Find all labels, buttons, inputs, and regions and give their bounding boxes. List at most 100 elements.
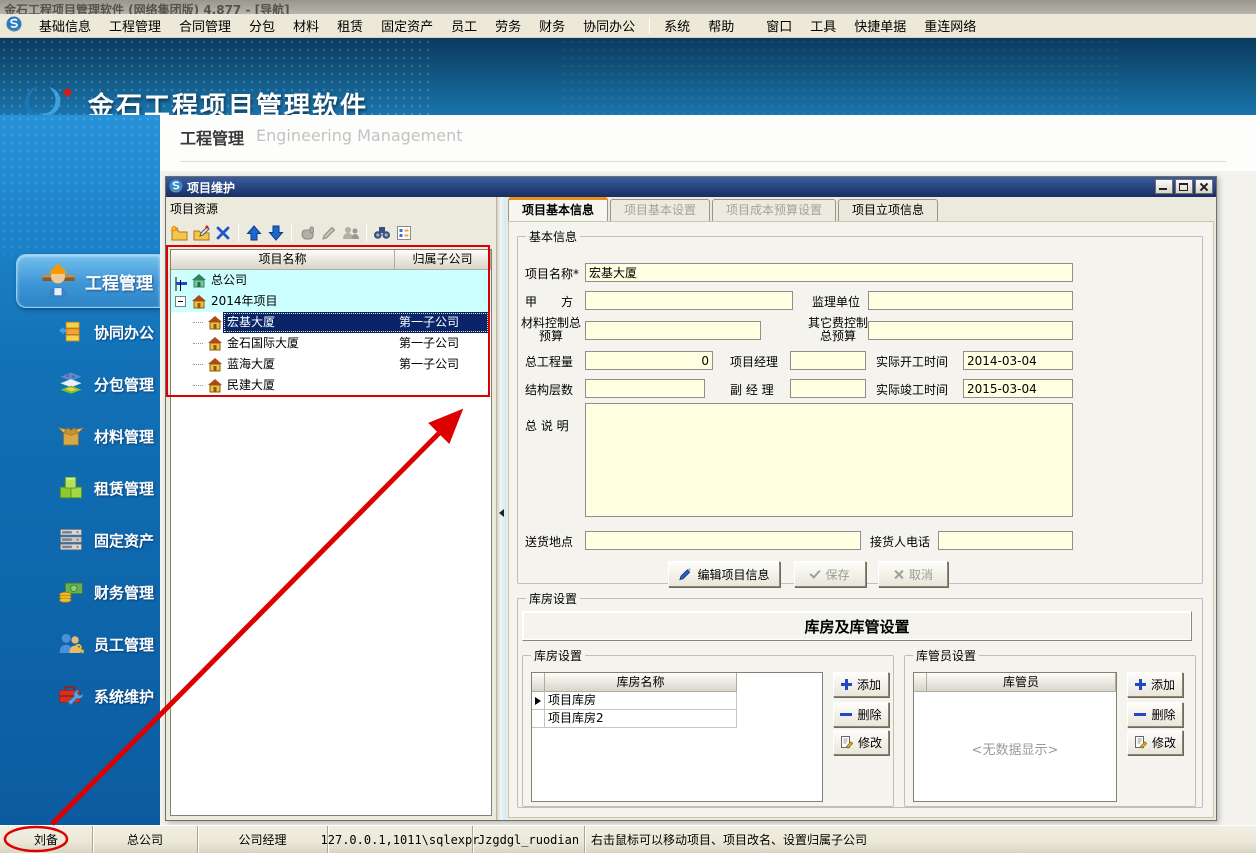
sidebar-item-fixed-assets[interactable]: 固定资产 xyxy=(0,514,160,566)
sidebar-item-engineering[interactable]: 工程管理 xyxy=(16,254,160,308)
menu-item-contract[interactable]: 合同管理 xyxy=(170,14,240,37)
minimize-button[interactable] xyxy=(1155,179,1173,194)
sidebar-item-material[interactable]: 材料管理 xyxy=(0,410,160,462)
project-detail-panel: 项目基本信息 项目基本设置 项目成本预算设置 项目立项信息 基本信息 项目名称*… xyxy=(508,197,1214,818)
move-up-icon[interactable] xyxy=(243,223,265,243)
keeper-modify-button[interactable]: 修改 xyxy=(1127,730,1183,755)
menu-item-material[interactable]: 材料 xyxy=(284,14,328,37)
save-button[interactable]: 保存 xyxy=(794,561,866,587)
party-a-input[interactable] xyxy=(585,291,793,310)
move-down-icon[interactable] xyxy=(265,223,287,243)
menu-item-quick-docs[interactable]: 快捷单据 xyxy=(845,14,915,37)
menu-item-reconnect[interactable]: 重连网络 xyxy=(915,14,985,37)
tree-node-label: 总公司 xyxy=(211,270,247,291)
tab-project-basic-settings[interactable]: 项目基本设置 xyxy=(610,199,710,221)
menu-item-basic-info[interactable]: 基础信息 xyxy=(30,14,100,37)
tree-column-project-name[interactable]: 项目名称 xyxy=(171,250,395,270)
floors-input[interactable] xyxy=(585,379,705,398)
rental-icon xyxy=(58,475,84,501)
project-window-body: 项目资源 xyxy=(166,197,1216,820)
warehouse-modify-button[interactable]: 修改 xyxy=(833,730,889,755)
menu-item-tools[interactable]: 工具 xyxy=(801,14,845,37)
receiver-phone-input[interactable] xyxy=(938,531,1073,550)
menu-item-labor[interactable]: 劳务 xyxy=(486,14,530,37)
save-button-label: 保存 xyxy=(825,566,849,583)
menu-item-finance[interactable]: 财务 xyxy=(530,14,574,37)
deputy-manager-input[interactable] xyxy=(790,379,866,398)
tree-row-hongji-tower[interactable]: 宏基大厦 第一子公司 xyxy=(171,312,491,333)
sidebar-item-label: 系统维护 xyxy=(94,686,154,707)
supervisor-input[interactable] xyxy=(868,291,1073,310)
menu-item-help[interactable]: 帮助 xyxy=(699,14,743,37)
sidebar-item-employee[interactable]: 员工管理 xyxy=(0,618,160,670)
sidebar-item-label: 分包管理 xyxy=(94,374,154,395)
menu-item-system[interactable]: 系统 xyxy=(655,14,699,37)
tree-column-subsidiary[interactable]: 归属子公司 xyxy=(395,250,491,270)
menu-item-window[interactable]: 窗口 xyxy=(757,14,801,37)
new-folder-icon[interactable] xyxy=(168,223,190,243)
hand-pointer-icon[interactable] xyxy=(296,223,318,243)
warehouse-add-button[interactable]: 添加 xyxy=(833,672,889,697)
project-name-input[interactable] xyxy=(585,263,1073,282)
add-button-label: 添加 xyxy=(857,676,881,693)
delete-icon[interactable] xyxy=(212,223,234,243)
status-db-name: Jzgdgl_ruodian xyxy=(473,826,585,853)
expand-minus-icon[interactable] xyxy=(175,296,186,307)
deputy-manager-label: 副 经 理 xyxy=(730,381,774,398)
start-date-input[interactable] xyxy=(963,351,1073,370)
tree-node-company: 第一子公司 xyxy=(399,333,459,354)
sidebar-item-subcontract[interactable]: 分包管理 xyxy=(0,358,160,410)
view-options-icon[interactable] xyxy=(393,223,415,243)
tree-row-lanhai-tower[interactable]: 蓝海大厦 第一子公司 xyxy=(171,354,491,375)
warehouse-row[interactable]: 项目库房2 xyxy=(532,710,737,728)
basic-info-group: 基本信息 项目名称* 甲 方 监理单位 材料控制总预算 其它费控制总预算 xyxy=(517,228,1203,584)
panel-splitter[interactable] xyxy=(496,197,506,820)
subcontract-icon xyxy=(58,371,84,397)
end-date-input[interactable] xyxy=(963,379,1073,398)
edit-folder-icon[interactable] xyxy=(190,223,212,243)
warehouse-delete-button[interactable]: 删除 xyxy=(833,702,889,727)
tree-row-minjian-tower[interactable]: 民建大厦 xyxy=(171,375,491,396)
sidebar-item-finance[interactable]: 财务管理 xyxy=(0,566,160,618)
basic-info-legend: 基本信息 xyxy=(526,228,580,245)
tab-project-approval-info[interactable]: 项目立项信息 xyxy=(838,199,938,221)
collapse-arrow-icon[interactable] xyxy=(499,509,504,517)
tree-row-head-office[interactable]: 总公司 xyxy=(171,270,491,291)
edit-pencil-icon[interactable] xyxy=(318,223,340,243)
users-icon[interactable] xyxy=(340,223,362,243)
keeper-delete-button[interactable]: 删除 xyxy=(1127,702,1183,727)
warehouse-row[interactable]: 项目库房 xyxy=(532,692,737,710)
menu-item-subcontract[interactable]: 分包 xyxy=(240,14,284,37)
close-button[interactable] xyxy=(1195,179,1213,194)
material-budget-input[interactable] xyxy=(585,321,761,340)
keeper-add-button[interactable]: 添加 xyxy=(1127,672,1183,697)
project-manager-label: 项目经理 xyxy=(730,353,778,370)
page-title: 工程管理 xyxy=(180,125,244,149)
menu-item-fixed-assets[interactable]: 固定资产 xyxy=(372,14,442,37)
tree-row-jinshi-intl-tower[interactable]: 金石国际大厦 第一子公司 xyxy=(171,333,491,354)
find-binoculars-icon[interactable] xyxy=(371,223,393,243)
description-textarea[interactable] xyxy=(585,403,1073,517)
edit-project-button-label: 编辑项目信息 xyxy=(697,566,769,583)
project-manager-input[interactable] xyxy=(790,351,866,370)
other-budget-input[interactable] xyxy=(868,321,1073,340)
sidebar-item-collaboration[interactable]: 协同办公 xyxy=(0,306,160,358)
menu-item-engineering[interactable]: 工程管理 xyxy=(100,14,170,37)
menu-item-employee[interactable]: 员工 xyxy=(442,14,486,37)
tab-project-basic-info[interactable]: 项目基本信息 xyxy=(508,197,608,221)
edit-project-button[interactable]: 编辑项目信息 xyxy=(668,561,780,587)
menu-item-rental[interactable]: 租赁 xyxy=(328,14,372,37)
warehouse-name-column[interactable]: 库房名称 xyxy=(545,673,737,692)
tree-connector xyxy=(193,385,203,386)
sidebar-item-rental[interactable]: 租赁管理 xyxy=(0,462,160,514)
sidebar-item-maintenance[interactable]: 系统维护 xyxy=(0,670,160,722)
delivery-address-input[interactable] xyxy=(585,531,861,550)
maximize-button[interactable] xyxy=(1175,179,1193,194)
keeper-column[interactable]: 库管员 xyxy=(927,673,1116,692)
tab-project-cost-budget[interactable]: 项目成本预算设置 xyxy=(712,199,836,221)
main-content: 工程管理 Engineering Management 项目维护 项目资源 xyxy=(160,115,1256,825)
menu-item-collaboration[interactable]: 协同办公 xyxy=(574,14,644,37)
cancel-button[interactable]: 取消 xyxy=(878,561,948,587)
total-quantity-input[interactable] xyxy=(585,351,713,370)
tree-row-2014-projects[interactable]: 2014年项目 xyxy=(171,291,491,312)
